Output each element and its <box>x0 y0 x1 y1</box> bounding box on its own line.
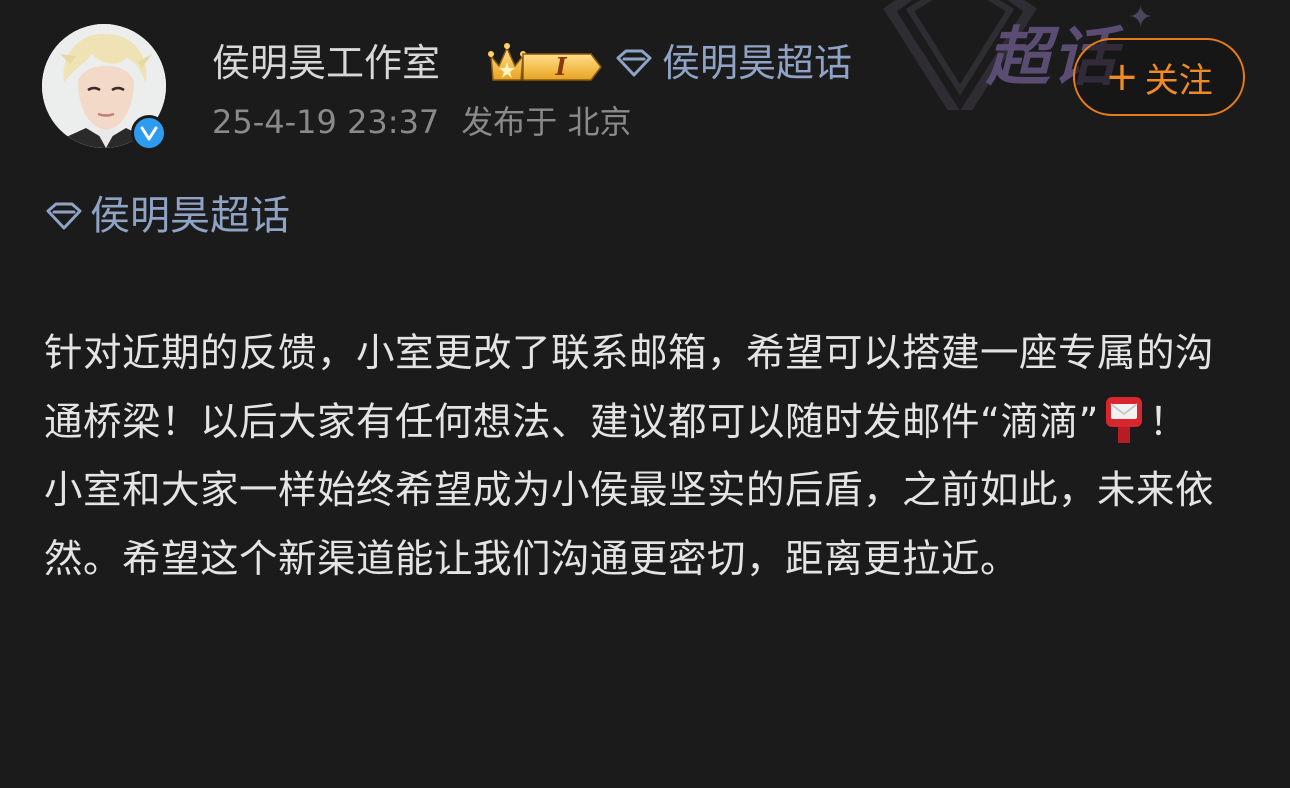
plus-icon: + <box>1105 54 1139 100</box>
supertopic-body-label: 侯明昊超话 <box>90 193 290 239</box>
post-location: 发布于 北京 <box>461 103 632 141</box>
fan-level-badge[interactable]: I <box>487 40 603 86</box>
post-body: 针对近期的反馈，小室更改了联系邮箱，希望可以搭建一座专属的沟通桥梁！以后大家有任… <box>44 320 1244 594</box>
sparkle-icon: ✦ <box>1128 0 1154 35</box>
author-name[interactable]: 侯明昊工作室 <box>212 38 440 88</box>
supertopic-diamond-icon <box>46 202 82 230</box>
fan-level-text: I <box>554 52 567 81</box>
post-timestamp: 25-4-19 23:37 <box>212 103 440 141</box>
diamond-watermark-icon <box>883 0 1037 110</box>
supertopic-diamond-icon <box>616 49 652 77</box>
postbox-emoji-icon <box>1105 396 1142 443</box>
post-paragraph-suffix: ！ <box>1148 399 1188 445</box>
supertopic-header-label: 侯明昊超话 <box>662 41 853 85</box>
post-meta: 25-4-19 23:37 发布于 北京 <box>212 99 631 145</box>
verified-badge-icon <box>131 115 167 151</box>
follow-label: 关注 <box>1144 60 1213 101</box>
supertopic-link-header[interactable]: 侯明昊超话 <box>614 38 852 88</box>
post-paragraph: 针对近期的反馈，小室更改了联系邮箱，希望可以搭建一座专属的沟通桥梁！以后大家有任… <box>44 320 1244 457</box>
post-paragraph: 小室和大家一样始终希望成为小侯最坚实的后盾，之前如此，未来依然。希望这个新渠道能… <box>44 468 1215 582</box>
supertopic-link-body[interactable]: 侯明昊超话 <box>44 191 290 241</box>
crown-icon: I <box>488 43 602 81</box>
follow-button[interactable]: + 关注 <box>1073 38 1245 116</box>
weibo-post-card: 超话 ✦ 侯明昊工作室 I 侯明昊超话 25-4-19 23:37 发布于 北京… <box>0 0 1290 788</box>
post-paragraph-text: 针对近期的反馈，小室更改了联系邮箱，希望可以搭建一座专属的沟通桥梁！以后大家有任… <box>44 331 1215 445</box>
